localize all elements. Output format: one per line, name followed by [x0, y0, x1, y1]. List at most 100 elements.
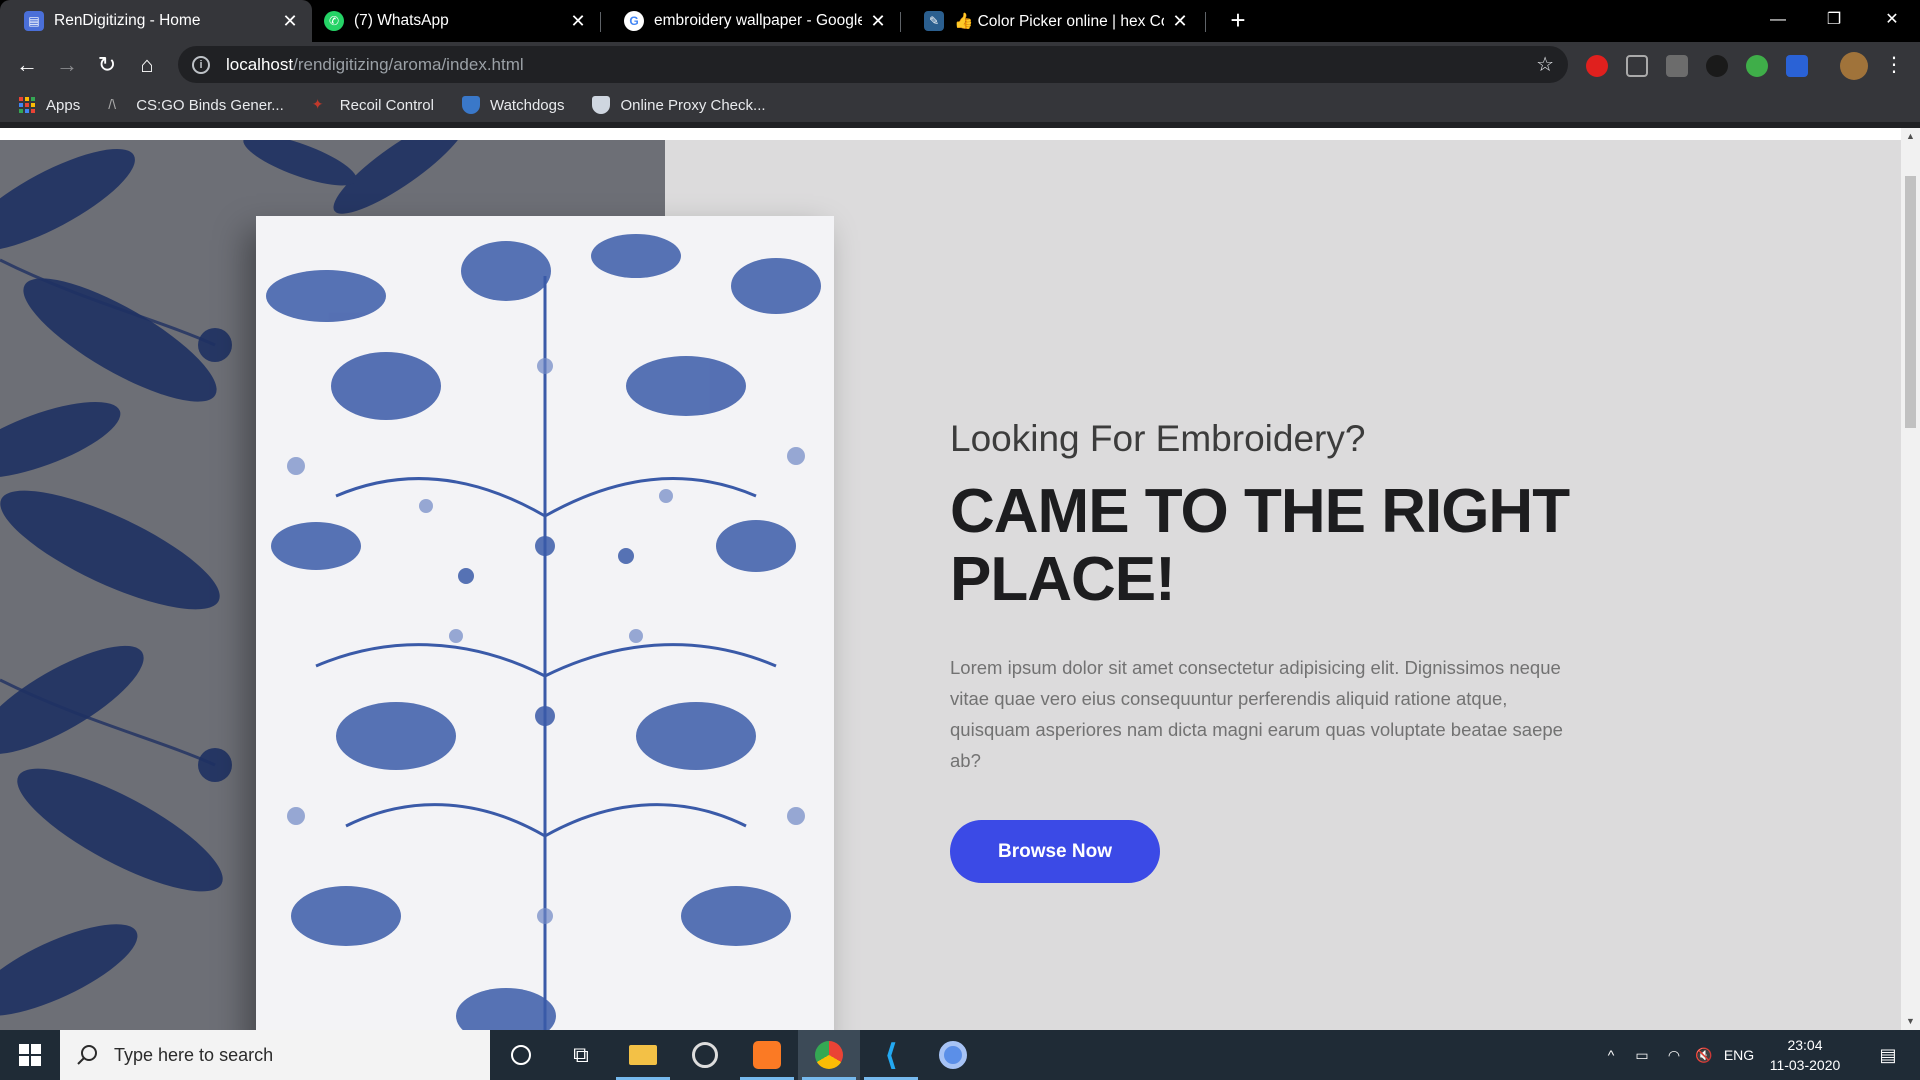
close-tab-icon[interactable]: ✕ [280, 11, 300, 32]
bookmark-label: Recoil Control [339, 96, 434, 114]
bookmark-label: Apps [46, 96, 81, 114]
scroll-up-arrow-icon[interactable]: ▲ [1901, 128, 1920, 145]
bookmark-watchdogs[interactable]: Watchdogs [461, 96, 565, 114]
page-favicon-icon: ▤ [24, 11, 44, 31]
clock-date: 11-03-2020 [1769, 1057, 1841, 1073]
file-explorer-button[interactable] [612, 1030, 674, 1080]
light-embroidery-pattern [266, 234, 821, 1030]
clock-time: 23:04 [1787, 1037, 1823, 1053]
windows-taskbar: Type here to search ⧉ ⟨ ^ ▭ ◠ 🔇 ENG 23:0… [0, 1030, 1920, 1080]
bookmark-label: Online Proxy Check... [620, 96, 766, 114]
page-top-strip [0, 128, 1901, 140]
bookmark-csgo-binds[interactable]: /\ CS:GO Binds Gener... [108, 96, 284, 114]
obs-button[interactable] [674, 1030, 736, 1080]
page-viewport: Looking For Embroidery? CAME TO THE RIGH… [0, 128, 1901, 1030]
cortana-icon [511, 1045, 531, 1065]
google-icon: G [624, 11, 644, 31]
new-tab-button[interactable]: + [1222, 4, 1254, 36]
apps-grid-icon [19, 97, 35, 113]
chromium-button[interactable] [922, 1030, 984, 1080]
xampp-icon [753, 1041, 781, 1069]
battery-icon[interactable]: ▭ [1628, 1030, 1656, 1080]
obs-icon [692, 1042, 718, 1068]
browser-toolbar: ← → ↻ ⌂ i localhost/rendigitizing/aroma/… [0, 42, 1920, 88]
scroll-down-arrow-icon[interactable]: ▼ [1901, 1013, 1920, 1030]
close-tab-icon[interactable]: ✕ [868, 11, 888, 32]
close-tab-icon[interactable]: ✕ [568, 11, 588, 32]
chrome-button[interactable] [798, 1030, 860, 1080]
tab-whatsapp[interactable]: ✆ (7) WhatsApp ✕ [300, 0, 600, 42]
shield-icon [461, 96, 480, 114]
taskbar-search-input[interactable]: Type here to search [60, 1030, 490, 1080]
task-view-button[interactable]: ⧉ [550, 1030, 612, 1080]
chrome-icon [815, 1041, 843, 1069]
home-button[interactable]: ⌂ [131, 49, 163, 81]
mail-icon[interactable] [1626, 55, 1648, 77]
bookmark-recoil-control[interactable]: ✦ Recoil Control [312, 96, 434, 114]
windows-logo-icon [19, 1044, 41, 1066]
bookmark-label: CS:GO Binds Gener... [136, 96, 284, 114]
url-path: /rendigitizing/aroma/index.html [293, 54, 524, 74]
close-window-button[interactable]: ✕ [1864, 0, 1920, 40]
bookmark-label: Watchdogs [489, 96, 565, 114]
restore-button[interactable]: ❐ [1806, 0, 1862, 40]
cortana-button[interactable] [490, 1030, 552, 1080]
cast-icon[interactable] [1666, 55, 1688, 77]
bookmarks-bar: Apps /\ CS:GO Binds Gener... ✦ Recoil Co… [0, 88, 1920, 122]
xampp-button[interactable] [736, 1030, 798, 1080]
page-scrollbar[interactable]: ▲ ▼ [1901, 128, 1920, 1030]
whatsapp-icon: ✆ [324, 11, 344, 31]
hero-content: Looking For Embroidery? CAME TO THE RIGH… [950, 418, 1590, 883]
vscode-button[interactable]: ⟨ [860, 1030, 922, 1080]
volume-muted-icon[interactable]: 🔇 [1690, 1030, 1718, 1080]
color-picker-icon: ✎ [924, 11, 944, 31]
folder-icon [629, 1045, 657, 1065]
hero-subtitle: Looking For Embroidery? [950, 418, 1366, 459]
reload-button[interactable]: ↻ [91, 49, 123, 81]
extension-dark-icon[interactable] [1706, 55, 1728, 77]
extension-blue-icon[interactable] [1786, 55, 1808, 77]
recoil-icon: ✦ [311, 96, 324, 112]
minimize-button[interactable]: — [1750, 0, 1806, 40]
taskbar-clock[interactable]: 23:04 11-03-2020 [1750, 1035, 1860, 1075]
tab-separator [1205, 12, 1206, 32]
search-icon [77, 1045, 97, 1065]
menu-kebab-icon[interactable]: ⋮ [1878, 49, 1910, 81]
wifi-icon[interactable]: ◠ [1660, 1030, 1688, 1080]
extension-red-icon[interactable] [1586, 55, 1608, 77]
vscode-icon: ⟨ [884, 1038, 898, 1072]
url-host: localhost [226, 54, 294, 74]
hero-description: Lorem ipsum dolor sit amet consectetur a… [950, 657, 1563, 771]
hero-embroidery-image [256, 216, 834, 1030]
hero-title-line-2: PLACE! [950, 545, 1176, 614]
bookmark-apps[interactable]: Apps [18, 96, 80, 114]
start-button[interactable] [0, 1030, 60, 1080]
tab-title: 👍 Color Picker online | hex Colo [954, 12, 1164, 30]
tab-rendigitizing[interactable]: ▤ RenDigitizing - Home ✕ [0, 0, 312, 42]
bookmark-proxy-check[interactable]: Online Proxy Check... [592, 96, 766, 114]
hero-title: CAME TO THE RIGHT PLACE! [950, 478, 1590, 614]
browse-now-button[interactable]: Browse Now [950, 820, 1160, 883]
address-bar[interactable]: i localhost/rendigitizing/aroma/index.ht… [178, 46, 1568, 83]
task-view-icon: ⧉ [573, 1042, 589, 1067]
profile-avatar[interactable] [1840, 52, 1868, 80]
extension-green-icon[interactable] [1746, 55, 1768, 77]
tab-title: embroidery wallpaper - Google S [654, 12, 862, 29]
close-tab-icon[interactable]: ✕ [1170, 11, 1190, 32]
tab-strip: ▤ RenDigitizing - Home ✕ ✆ (7) WhatsApp … [0, 0, 1920, 42]
back-button[interactable]: ← [11, 49, 43, 81]
chromium-icon [939, 1041, 967, 1069]
scrollbar-thumb[interactable] [1905, 176, 1916, 428]
hero-title-line-1: CAME TO THE RIGHT [950, 477, 1570, 546]
show-hidden-icons-button[interactable]: ^ [1598, 1030, 1624, 1080]
bookmark-star-icon[interactable]: ☆ [1536, 52, 1554, 77]
site-info-icon[interactable]: i [192, 55, 210, 74]
csgo-icon: /\ [108, 96, 116, 112]
tab-google-search[interactable]: G embroidery wallpaper - Google S ✕ [600, 0, 900, 42]
forward-button[interactable]: → [51, 49, 83, 81]
proxy-icon [592, 96, 611, 114]
tab-color-picker[interactable]: ✎ 👍 Color Picker online | hex Colo ✕ [900, 0, 1202, 42]
notifications-icon[interactable]: ▤ [1862, 1030, 1914, 1080]
tab-title: RenDigitizing - Home [54, 12, 201, 29]
search-placeholder: Type here to search [114, 1044, 274, 1065]
